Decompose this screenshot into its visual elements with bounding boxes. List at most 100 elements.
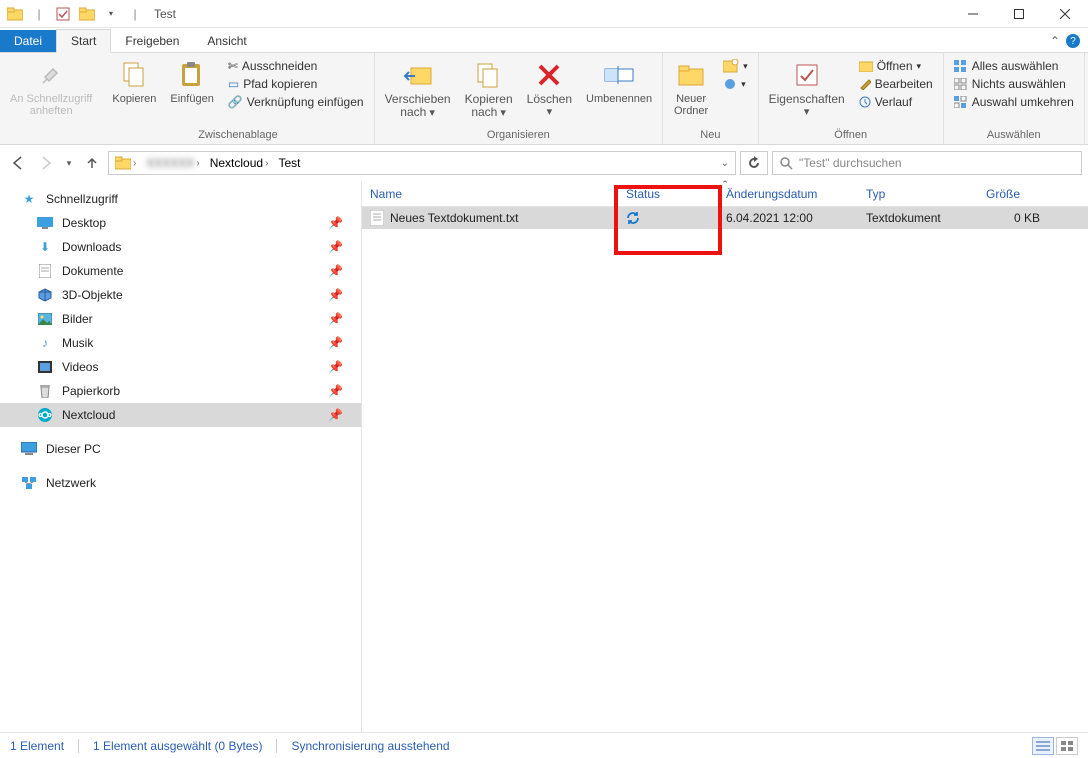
breadcrumb-redacted: XXXXXX: [146, 156, 194, 170]
window-buttons: [950, 0, 1088, 28]
invert-selection-button[interactable]: Auswahl umkehren: [948, 93, 1080, 111]
forward-button[interactable]: [34, 151, 58, 175]
copyto-icon: [473, 59, 505, 91]
star-icon: ★: [20, 191, 38, 207]
tab-view[interactable]: Ansicht: [193, 30, 260, 52]
copy-path-button[interactable]: ▭Pfad kopieren: [222, 75, 370, 93]
cut-button[interactable]: ✄Ausschneiden: [222, 57, 370, 75]
folder-icon: [4, 3, 26, 25]
col-date[interactable]: Änderungsdatum: [718, 181, 858, 206]
nav-pane: ★Schnellzugriff Desktop📌 ⬇Downloads📌 Dok…: [0, 181, 362, 732]
breadcrumb[interactable]: › XXXXXX› Nextcloud› Test ⌄: [108, 151, 736, 175]
trash-icon: [36, 383, 54, 399]
address-dropdown-icon[interactable]: ⌄: [721, 158, 733, 169]
collapse-ribbon-icon[interactable]: ⌃: [1050, 34, 1060, 48]
window-title: Test: [154, 7, 176, 21]
icons-view-button[interactable]: [1056, 737, 1078, 755]
sidebar-3d-objects[interactable]: 3D-Objekte📌: [0, 283, 361, 307]
group-open-label: Öffnen: [763, 128, 939, 142]
folder-qat-icon[interactable]: [76, 3, 98, 25]
up-button[interactable]: [80, 151, 104, 175]
tab-start[interactable]: Start: [56, 29, 111, 53]
breadcrumb-test[interactable]: Test: [274, 156, 304, 170]
minimize-button[interactable]: [950, 0, 996, 28]
pin-icon: 📌: [328, 408, 343, 422]
col-type[interactable]: Typ: [858, 181, 978, 206]
new-folder-button[interactable]: Neuer Ordner: [667, 55, 715, 117]
group-new-label: Neu: [667, 128, 754, 142]
paste-button[interactable]: Einfügen: [164, 55, 219, 105]
back-button[interactable]: [6, 151, 30, 175]
sidebar-music[interactable]: ♪Musik📌: [0, 331, 361, 355]
desktop-icon: [36, 215, 54, 231]
help-icon[interactable]: ?: [1066, 34, 1080, 48]
rename-button[interactable]: Umbenennen: [580, 55, 658, 105]
move-to-button[interactable]: Verschieben nach ▾: [379, 55, 457, 119]
refresh-button[interactable]: [740, 151, 768, 175]
search-input[interactable]: "Test" durchsuchen: [772, 151, 1082, 175]
pin-icon: 📌: [328, 240, 343, 254]
quick-access-toolbar: | ▾ |: [0, 3, 146, 25]
properties-qat-icon[interactable]: [52, 3, 74, 25]
select-all-button[interactable]: Alles auswählen: [948, 57, 1080, 75]
recent-dropdown-icon[interactable]: ▾: [62, 151, 76, 175]
sidebar-nextcloud[interactable]: Nextcloud📌: [0, 403, 361, 427]
status-selected: 1 Element ausgewählt (0 Bytes): [93, 739, 262, 753]
col-status[interactable]: Status: [618, 181, 718, 206]
status-sync: Synchronisierung ausstehend: [291, 739, 449, 753]
title-bar: | ▾ | Test: [0, 0, 1088, 28]
new-item-button[interactable]: ▾: [717, 57, 754, 75]
column-headers: ⌃ Name Status Änderungsdatum Typ Größe: [362, 181, 1088, 207]
sidebar-pictures[interactable]: Bilder📌: [0, 307, 361, 331]
folder-icon: [115, 156, 131, 170]
sidebar-trash[interactable]: Papierkorb📌: [0, 379, 361, 403]
copy-to-button[interactable]: Kopieren nach ▾: [459, 55, 519, 119]
col-size[interactable]: Größe: [978, 181, 1048, 206]
properties-button[interactable]: Eigenschaften▾: [763, 55, 851, 118]
tab-file[interactable]: Datei: [0, 30, 56, 52]
main-area: ★Schnellzugriff Desktop📌 ⬇Downloads📌 Dok…: [0, 181, 1088, 732]
music-icon: ♪: [36, 335, 54, 351]
sidebar-this-pc[interactable]: Dieser PC: [0, 437, 361, 461]
document-icon: [36, 263, 54, 279]
details-view-button[interactable]: [1032, 737, 1054, 755]
tab-share[interactable]: Freigeben: [111, 30, 193, 52]
col-name[interactable]: Name: [362, 181, 618, 206]
edit-button[interactable]: Bearbeiten: [853, 75, 939, 93]
quick-access[interactable]: ★Schnellzugriff: [0, 187, 361, 211]
sidebar-network[interactable]: Netzwerk: [0, 471, 361, 495]
status-bar: 1 Element 1 Element ausgewählt (0 Bytes)…: [0, 732, 1088, 758]
maximize-button[interactable]: [996, 0, 1042, 28]
sidebar-videos[interactable]: Videos📌: [0, 355, 361, 379]
group-clipboard-label: Zwischenablage: [106, 128, 369, 142]
paste-link-button[interactable]: 🔗Verknüpfung einfügen: [222, 93, 370, 111]
sidebar-documents[interactable]: Dokumente📌: [0, 259, 361, 283]
sidebar-desktop[interactable]: Desktop📌: [0, 211, 361, 235]
pin-icon: 📌: [328, 312, 343, 326]
sidebar-downloads[interactable]: ⬇Downloads📌: [0, 235, 361, 259]
ribbon-tabs: Datei Start Freigeben Ansicht ⌃ ?: [0, 28, 1088, 53]
pc-icon: [20, 441, 38, 457]
pin-icon: 📌: [328, 360, 343, 374]
link-icon: 🔗: [228, 95, 243, 109]
file-status-cell: [618, 211, 718, 225]
qat-dropdown-icon[interactable]: ▾: [100, 3, 122, 25]
select-none-button[interactable]: Nichts auswählen: [948, 75, 1080, 93]
easy-access-button[interactable]: ▾: [717, 75, 754, 93]
scissors-icon: ✄: [228, 59, 238, 73]
history-button[interactable]: Verlauf: [853, 93, 939, 111]
table-row[interactable]: Neues Textdokument.txt 6.04.2021 12:00 T…: [362, 207, 1088, 229]
new-item-icon: [723, 59, 739, 73]
open-button[interactable]: Öffnen ▾: [853, 57, 939, 75]
picture-icon: [36, 311, 54, 327]
pin-quickaccess-button[interactable]: An Schnellzugriff anheften: [4, 55, 98, 117]
open-icon: [859, 60, 873, 72]
delete-button[interactable]: Löschen▾: [521, 55, 578, 118]
pin-icon: 📌: [328, 288, 343, 302]
close-button[interactable]: [1042, 0, 1088, 28]
copy-button[interactable]: Kopieren: [106, 55, 162, 105]
qat-separator: |: [28, 3, 50, 25]
breadcrumb-nextcloud[interactable]: Nextcloud›: [206, 156, 273, 170]
sort-indicator-icon: ⌃: [721, 179, 729, 190]
select-all-icon: [954, 60, 968, 72]
